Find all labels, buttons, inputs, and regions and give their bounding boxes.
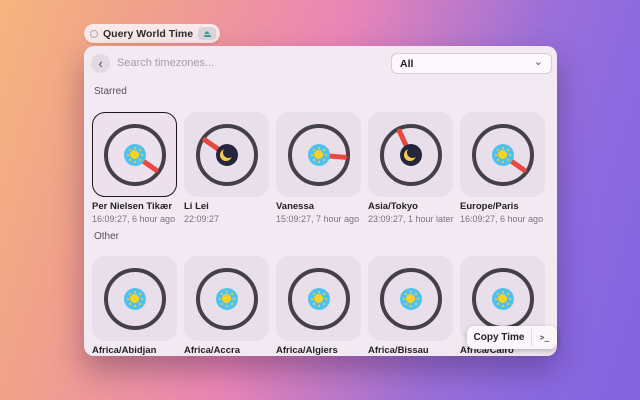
sun-icon: [492, 288, 514, 310]
filter-dropdown-value: All: [400, 58, 413, 70]
clock-face: [380, 268, 442, 330]
clock-face: [196, 124, 258, 186]
search-input[interactable]: Search timezones...: [117, 57, 214, 69]
sun-icon: [216, 288, 238, 310]
clock-face: [288, 124, 350, 186]
timezone-time: 16:09:27, 6 hour ago: [460, 214, 546, 224]
clock-face: [104, 124, 166, 186]
timezone-cell: Africa/Algiers: [276, 256, 362, 356]
timezone-name: Asia/Tokyo: [368, 201, 454, 212]
section-label-other: Other: [94, 231, 119, 242]
clock-face: [380, 124, 442, 186]
clock-face: [472, 124, 534, 186]
timezone-cell: Li Lei 22:09:27: [184, 112, 270, 224]
window-title: Query World Time: [103, 28, 193, 40]
chevron-down-icon: ⌄: [534, 55, 543, 68]
timezone-name: Africa/Algiers: [276, 345, 362, 356]
timezone-cell: Africa/Abidjan: [92, 256, 178, 356]
sun-icon: [124, 144, 146, 166]
clock-card[interactable]: [276, 256, 361, 341]
sun-icon: [308, 144, 330, 166]
moon-icon: [216, 144, 238, 166]
clock-card[interactable]: [276, 112, 361, 197]
timezone-name: Vanessa: [276, 201, 362, 212]
terminal-prompt-icon: >_: [540, 333, 550, 342]
timezone-time: 22:09:27: [184, 214, 270, 224]
timezone-time: 16:09:27, 6 hour ago: [92, 214, 178, 224]
desktop-background: Query World Time ‹ Search timezones... A…: [0, 0, 640, 400]
timezone-time: 23:09:27, 1 hour later: [368, 214, 454, 224]
timezone-name: Per Nielsen Tikær: [92, 201, 178, 212]
clock-face: [104, 268, 166, 330]
clock-card[interactable]: [460, 112, 545, 197]
clock-card[interactable]: [92, 112, 177, 197]
timezone-cell: Per Nielsen Tikær 16:09:27, 6 hour ago: [92, 112, 178, 224]
copy-time-button[interactable]: Copy Time: [467, 326, 531, 349]
terminal-button[interactable]: >_: [532, 326, 557, 349]
section-label-starred: Starred: [94, 86, 127, 97]
timezone-name: Li Lei: [184, 201, 270, 212]
sun-icon: [492, 144, 514, 166]
timezone-name: Africa/Accra: [184, 345, 270, 356]
back-button[interactable]: ‹: [91, 54, 110, 73]
clock-card[interactable]: [368, 256, 453, 341]
timezone-time: 15:09:27, 7 hour ago: [276, 214, 362, 224]
clock-card[interactable]: [368, 112, 453, 197]
filter-dropdown[interactable]: All ⌄: [391, 53, 552, 74]
clock-face: [288, 268, 350, 330]
timezone-cell: Europe/Paris 16:09:27, 6 hour ago: [460, 112, 546, 224]
timezone-cell: Vanessa 15:09:27, 7 hour ago: [276, 112, 362, 224]
timezone-cell: Africa/Accra: [184, 256, 270, 356]
app-window: ‹ Search timezones... All ⌄ Starred Per …: [84, 46, 557, 356]
copy-time-popup: Copy Time >_: [467, 326, 557, 349]
window-title-pill[interactable]: Query World Time: [84, 24, 220, 43]
eject-icon[interactable]: [198, 27, 216, 40]
moon-icon: [400, 144, 422, 166]
timezone-cell: Africa/Bissau: [368, 256, 454, 356]
sun-icon: [124, 288, 146, 310]
timezone-name: Africa/Bissau: [368, 345, 454, 356]
window-proxy-icon: [90, 30, 98, 38]
timezone-cell: Asia/Tokyo 23:09:27, 1 hour later: [368, 112, 454, 224]
timezone-name: Europe/Paris: [460, 201, 546, 212]
clock-card[interactable]: [184, 112, 269, 197]
timezone-name: Africa/Abidjan: [92, 345, 178, 356]
chevron-left-icon: ‹: [98, 56, 102, 71]
clock-card[interactable]: [92, 256, 177, 341]
sun-icon: [400, 288, 422, 310]
sun-icon: [308, 288, 330, 310]
clock-face: [196, 268, 258, 330]
clock-face: [472, 268, 534, 330]
clock-card[interactable]: [184, 256, 269, 341]
